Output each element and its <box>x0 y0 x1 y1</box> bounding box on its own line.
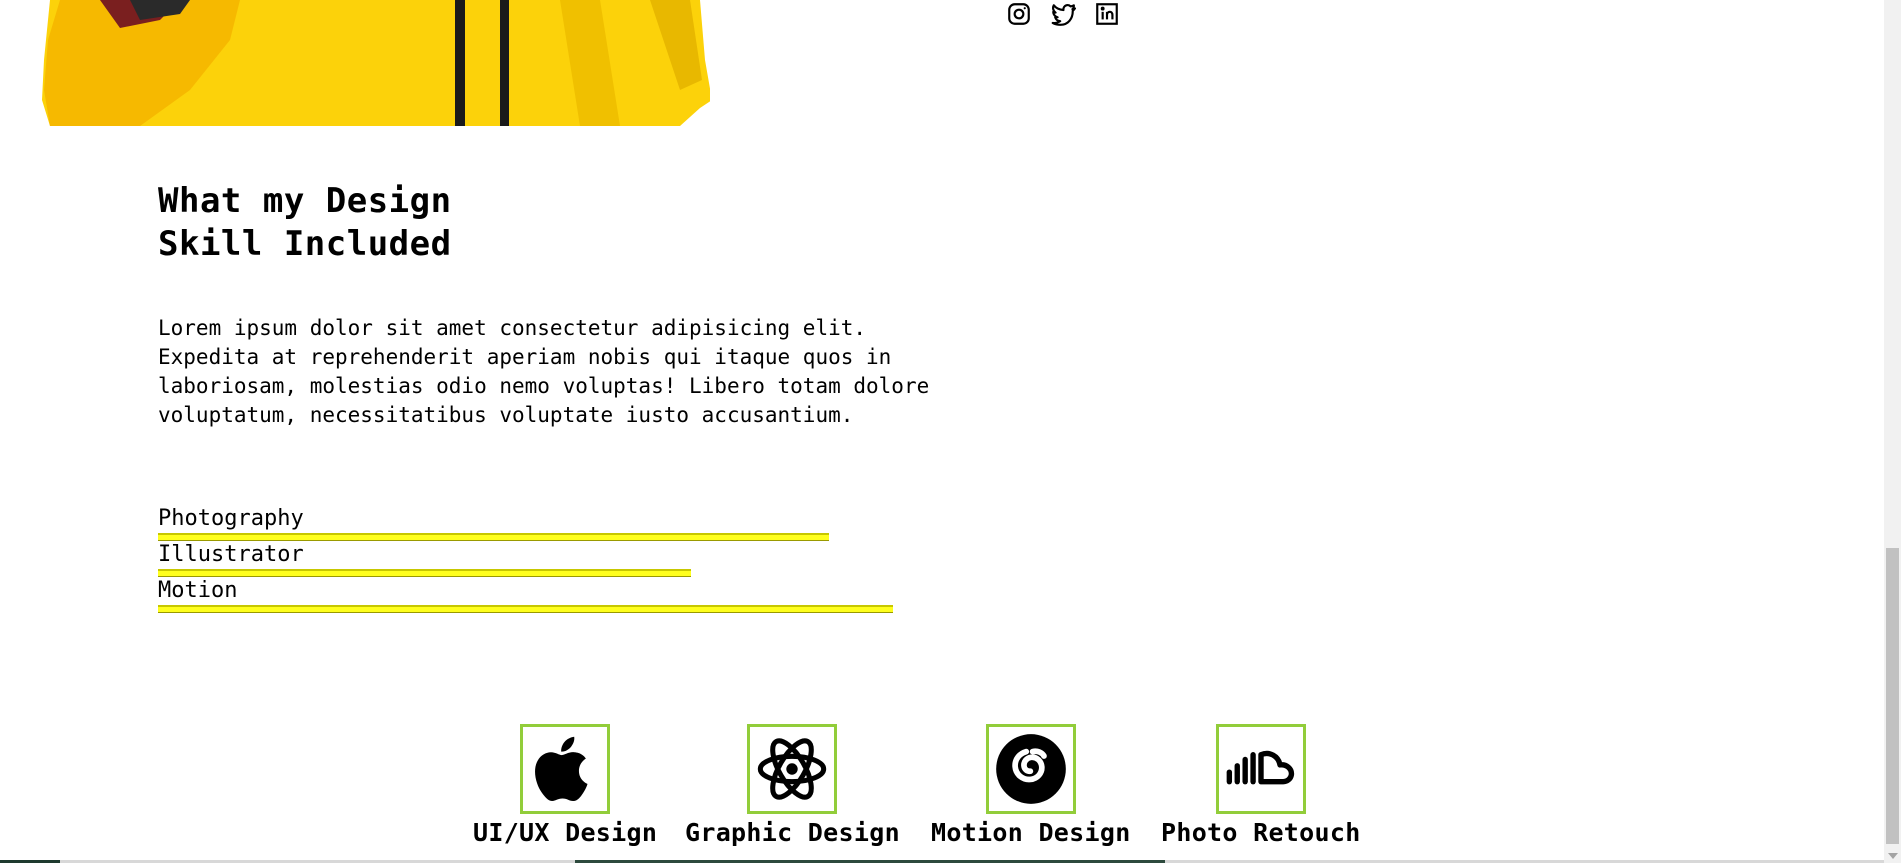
skill-bars: Photography Illustrator Motion <box>158 505 1018 613</box>
service-label: Motion Design <box>931 818 1131 847</box>
skill-label: Illustrator <box>158 542 304 567</box>
service-icon-box[interactable] <box>1215 724 1306 814</box>
service-label: UI/UX Design <box>473 818 658 847</box>
hero-photo <box>40 0 710 126</box>
vertical-scrollbar[interactable] <box>1884 0 1901 863</box>
service-icon-box[interactable] <box>747 724 838 814</box>
linkedin-icon[interactable] <box>1093 0 1121 28</box>
skill-label: Photography <box>158 506 304 531</box>
apple-icon <box>535 736 588 801</box>
skills-title-line1: What my Design <box>158 181 452 221</box>
skill-bar-track <box>158 605 1018 613</box>
skill-bar-fill <box>158 605 894 613</box>
scrollbar-thumb[interactable] <box>1886 548 1899 844</box>
skill-row-motion: Motion <box>158 577 1018 613</box>
react-icon <box>758 738 827 800</box>
skill-bar-track <box>158 569 1018 577</box>
skill-row-photography: Photography <box>158 505 1018 541</box>
service-label: Graphic Design <box>685 818 900 847</box>
services-row: UI/UX Design Graphic Design Motion Desig… <box>0 724 1901 849</box>
service-motion-design[interactable]: Motion Design <box>931 724 1131 847</box>
soundcloud-icon <box>1226 750 1294 785</box>
skills-title-line2: Skill Included <box>158 224 452 264</box>
skill-label: Motion <box>158 578 238 603</box>
skill-bar-fill <box>158 569 692 577</box>
service-icon-box[interactable] <box>985 724 1076 814</box>
skill-bar-track <box>158 533 1018 541</box>
skill-bar-fill <box>158 533 829 541</box>
service-icon-box[interactable] <box>520 724 611 814</box>
scroll-down-arrow-icon[interactable] <box>1888 853 1898 859</box>
twitter-icon[interactable] <box>1049 0 1077 28</box>
skills-title: What my Design Skill Included <box>158 180 452 266</box>
instagram-icon[interactable] <box>1005 0 1033 28</box>
social-links <box>1005 0 1121 28</box>
skills-description: Lorem ipsum dolor sit amet consectetur a… <box>158 316 930 427</box>
netease-music-icon <box>995 734 1066 804</box>
service-photo-retouch[interactable]: Photo Retouch <box>1161 724 1361 847</box>
service-graphic-design[interactable]: Graphic Design <box>685 724 900 847</box>
skill-row-illustrator: Illustrator <box>158 541 1018 577</box>
service-label: Photo Retouch <box>1161 818 1361 847</box>
service-uiux-design[interactable]: UI/UX Design <box>473 724 657 847</box>
